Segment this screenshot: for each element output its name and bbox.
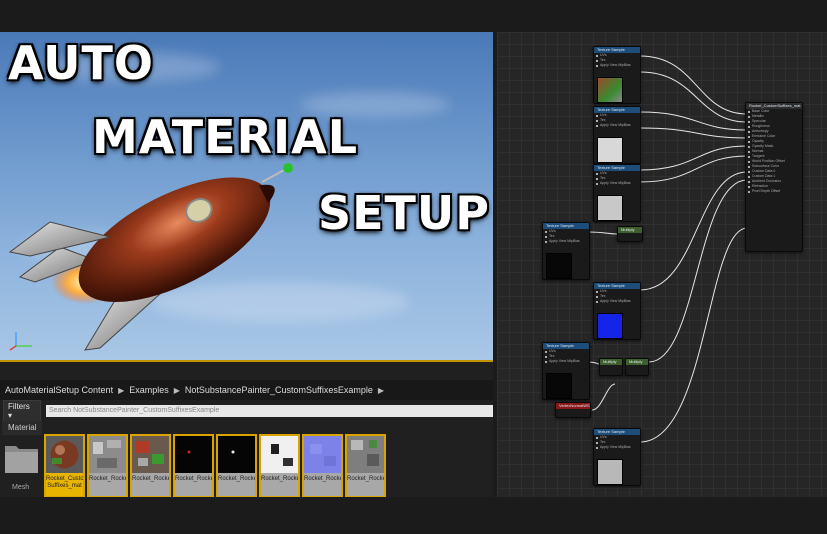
texture-preview <box>597 77 623 103</box>
texture-sample-node[interactable]: Texture Sample UVs Tex Apply View MipBia… <box>593 46 641 104</box>
asset-tile[interactable]: Rocket_Rocket_mat_height <box>216 434 257 498</box>
texture-preview <box>597 459 623 485</box>
node-title: VertexNormalWS <box>556 403 590 409</box>
texture-sample-node[interactable]: Texture Sample UVs Tex Apply View MipBia… <box>593 282 641 340</box>
texture-thumbnail <box>175 436 212 473</box>
pin-pixel-depth[interactable]: Pixel Depth Offset <box>746 189 802 194</box>
title-line-1: AUTO <box>8 36 155 90</box>
pin-mip-bias[interactable]: Apply View MipBias <box>594 445 640 450</box>
axis-gizmo-icon <box>9 332 32 351</box>
texture-sample-node[interactable]: Texture Sample UVs Tex Apply View MipBia… <box>593 428 641 486</box>
texture-preview <box>597 313 623 339</box>
pin-mip-bias[interactable]: Apply View MipBias <box>543 359 589 364</box>
filter-chip-material[interactable]: Material <box>2 421 42 435</box>
chevron-right-icon[interactable]: ▶ <box>378 386 384 395</box>
breadcrumb-item-root[interactable]: AutoMaterialSetup Content <box>5 385 113 395</box>
asset-label: Rocket_Rocket_mat_metal <box>261 476 300 482</box>
asset-tile[interactable]: Rocket_Rocket_mat_metal <box>259 434 300 498</box>
folder-icon[interactable] <box>4 440 40 476</box>
pin-mip-bias[interactable]: Apply View MipBias <box>594 181 640 186</box>
filters-button[interactable]: Filters ▾ <box>3 400 41 422</box>
texture-preview <box>597 195 623 221</box>
pin-mip-bias[interactable]: Apply View MipBias <box>594 123 640 128</box>
asset-label: Rocket_Rocket_mat_r <box>347 476 386 482</box>
title-line-2: MATERIAL <box>92 110 359 164</box>
material-sphere-thumbnail <box>46 436 83 473</box>
node-title: Multiply <box>600 359 622 365</box>
vertex-normal-node[interactable]: VertexNormalWS <box>555 402 591 418</box>
breadcrumb-item-folder[interactable]: NotSubstancePainter_CustomSuffixesExampl… <box>185 385 373 395</box>
search-input[interactable]: Search NotSubstancePainter_CustomSuffixe… <box>45 405 493 417</box>
texture-thumbnail <box>347 436 384 473</box>
asset-tile[interactable]: Rocket_Rocket_mat_r <box>345 434 386 498</box>
pin-mip-bias[interactable]: Apply View MipBias <box>594 63 640 68</box>
pin-mip-bias[interactable]: Apply View MipBias <box>543 239 589 244</box>
texture-thumbnail <box>132 436 169 473</box>
texture-sample-node[interactable]: Texture Sample UVs Tex Apply View MipBia… <box>542 222 590 280</box>
multiply-node[interactable]: Multiply <box>625 358 649 376</box>
multiply-node[interactable]: Multiply <box>617 226 643 242</box>
content-browser: AutoMaterialSetup Content ▶ Examples ▶ N… <box>0 360 493 498</box>
asset-label: Rocket_Rocket_mat_DIFF <box>132 476 171 482</box>
texture-thumbnail <box>218 436 255 473</box>
asset-label: Rocket_Custom Suffixes_mat <box>46 476 85 489</box>
texture-thumbnail <box>261 436 298 473</box>
material-result-node[interactable]: Rocket_CustomSuffixes_mat Base Color Met… <box>745 102 803 252</box>
asset-tile[interactable]: Rocket_Rocket_mat_DIFF <box>130 434 171 498</box>
asset-tile[interactable]: Rocket_Rocket_mat_NORM <box>302 434 343 498</box>
breadcrumb: AutoMaterialSetup Content ▶ Examples ▶ N… <box>0 380 493 400</box>
filters-label: Filters <box>8 402 30 411</box>
multiply-node[interactable]: Multiply <box>599 358 623 376</box>
asset-tile[interactable]: Rocket_Custom Suffixes_mat <box>44 434 85 498</box>
asset-label: Rocket_Rocket_mat_ao <box>89 476 128 482</box>
asset-label: Rocket_Rocket_mat_NORM <box>304 476 343 482</box>
texture-preview <box>546 253 572 279</box>
chevron-right-icon[interactable]: ▶ <box>174 386 180 395</box>
pin-mip-bias[interactable]: Apply View MipBias <box>594 299 640 304</box>
asset-label: Rocket_Rocket_mat_e <box>175 476 214 482</box>
filter-row: Filters ▾ Search NotSubstancePainter_Cus… <box>0 400 493 422</box>
texture-thumbnail <box>304 436 341 473</box>
texture-sample-node[interactable]: Texture Sample UVs Tex Apply View MipBia… <box>593 164 641 222</box>
node-title: Multiply <box>626 359 648 365</box>
viewport[interactable]: AUTO MATERIAL SETUP <box>0 32 493 360</box>
texture-thumbnail <box>89 436 126 473</box>
texture-preview <box>597 137 623 163</box>
asset-label: Rocket_Rocket_mat_height <box>218 476 257 482</box>
asset-tile[interactable]: Rocket_Rocket_mat_e <box>173 434 214 498</box>
title-line-3: SETUP <box>318 186 490 240</box>
bottom-bar <box>0 497 827 534</box>
asset-tile[interactable]: Rocket_Rocket_mat_ao <box>87 434 128 498</box>
texture-sample-node[interactable]: Texture Sample UVs Tex Apply View MipBia… <box>542 342 590 400</box>
top-bar <box>0 0 827 32</box>
folder-label: Mesh <box>12 484 30 491</box>
material-node-graph[interactable]: Texture Sample UVs Tex Apply View MipBia… <box>497 32 827 500</box>
texture-preview <box>546 373 572 399</box>
texture-sample-node[interactable]: Texture Sample UVs Tex Apply View MipBia… <box>593 106 641 164</box>
node-title: Multiply <box>618 227 642 233</box>
chevron-right-icon[interactable]: ▶ <box>118 386 124 395</box>
breadcrumb-item-examples[interactable]: Examples <box>129 385 169 395</box>
